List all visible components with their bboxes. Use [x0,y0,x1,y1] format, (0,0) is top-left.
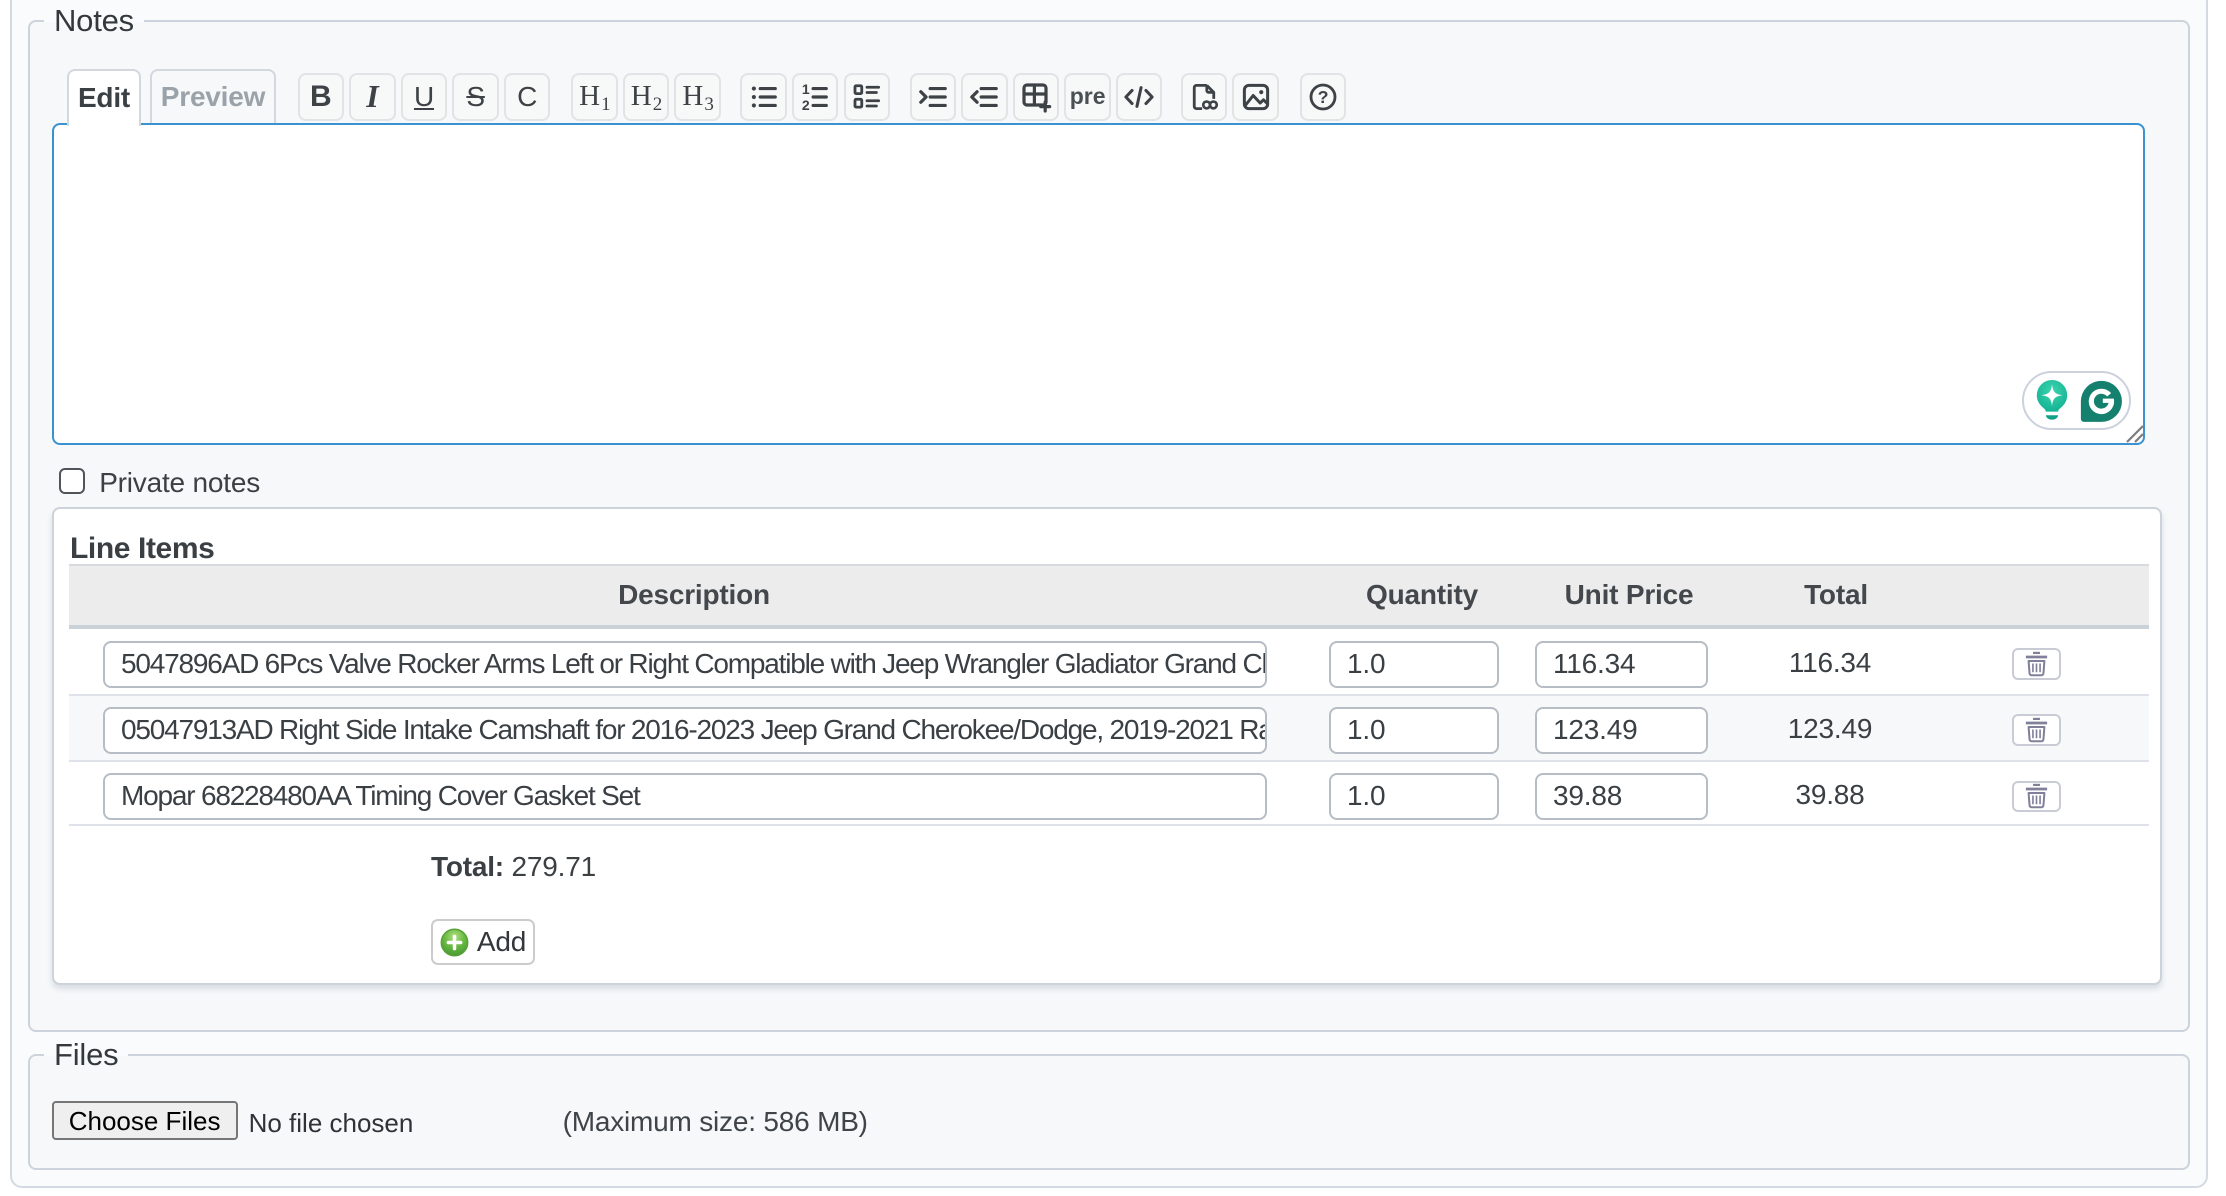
svg-text:1: 1 [802,82,810,97]
svg-text:?: ? [1317,87,1328,107]
svg-text:2: 2 [802,97,810,112]
